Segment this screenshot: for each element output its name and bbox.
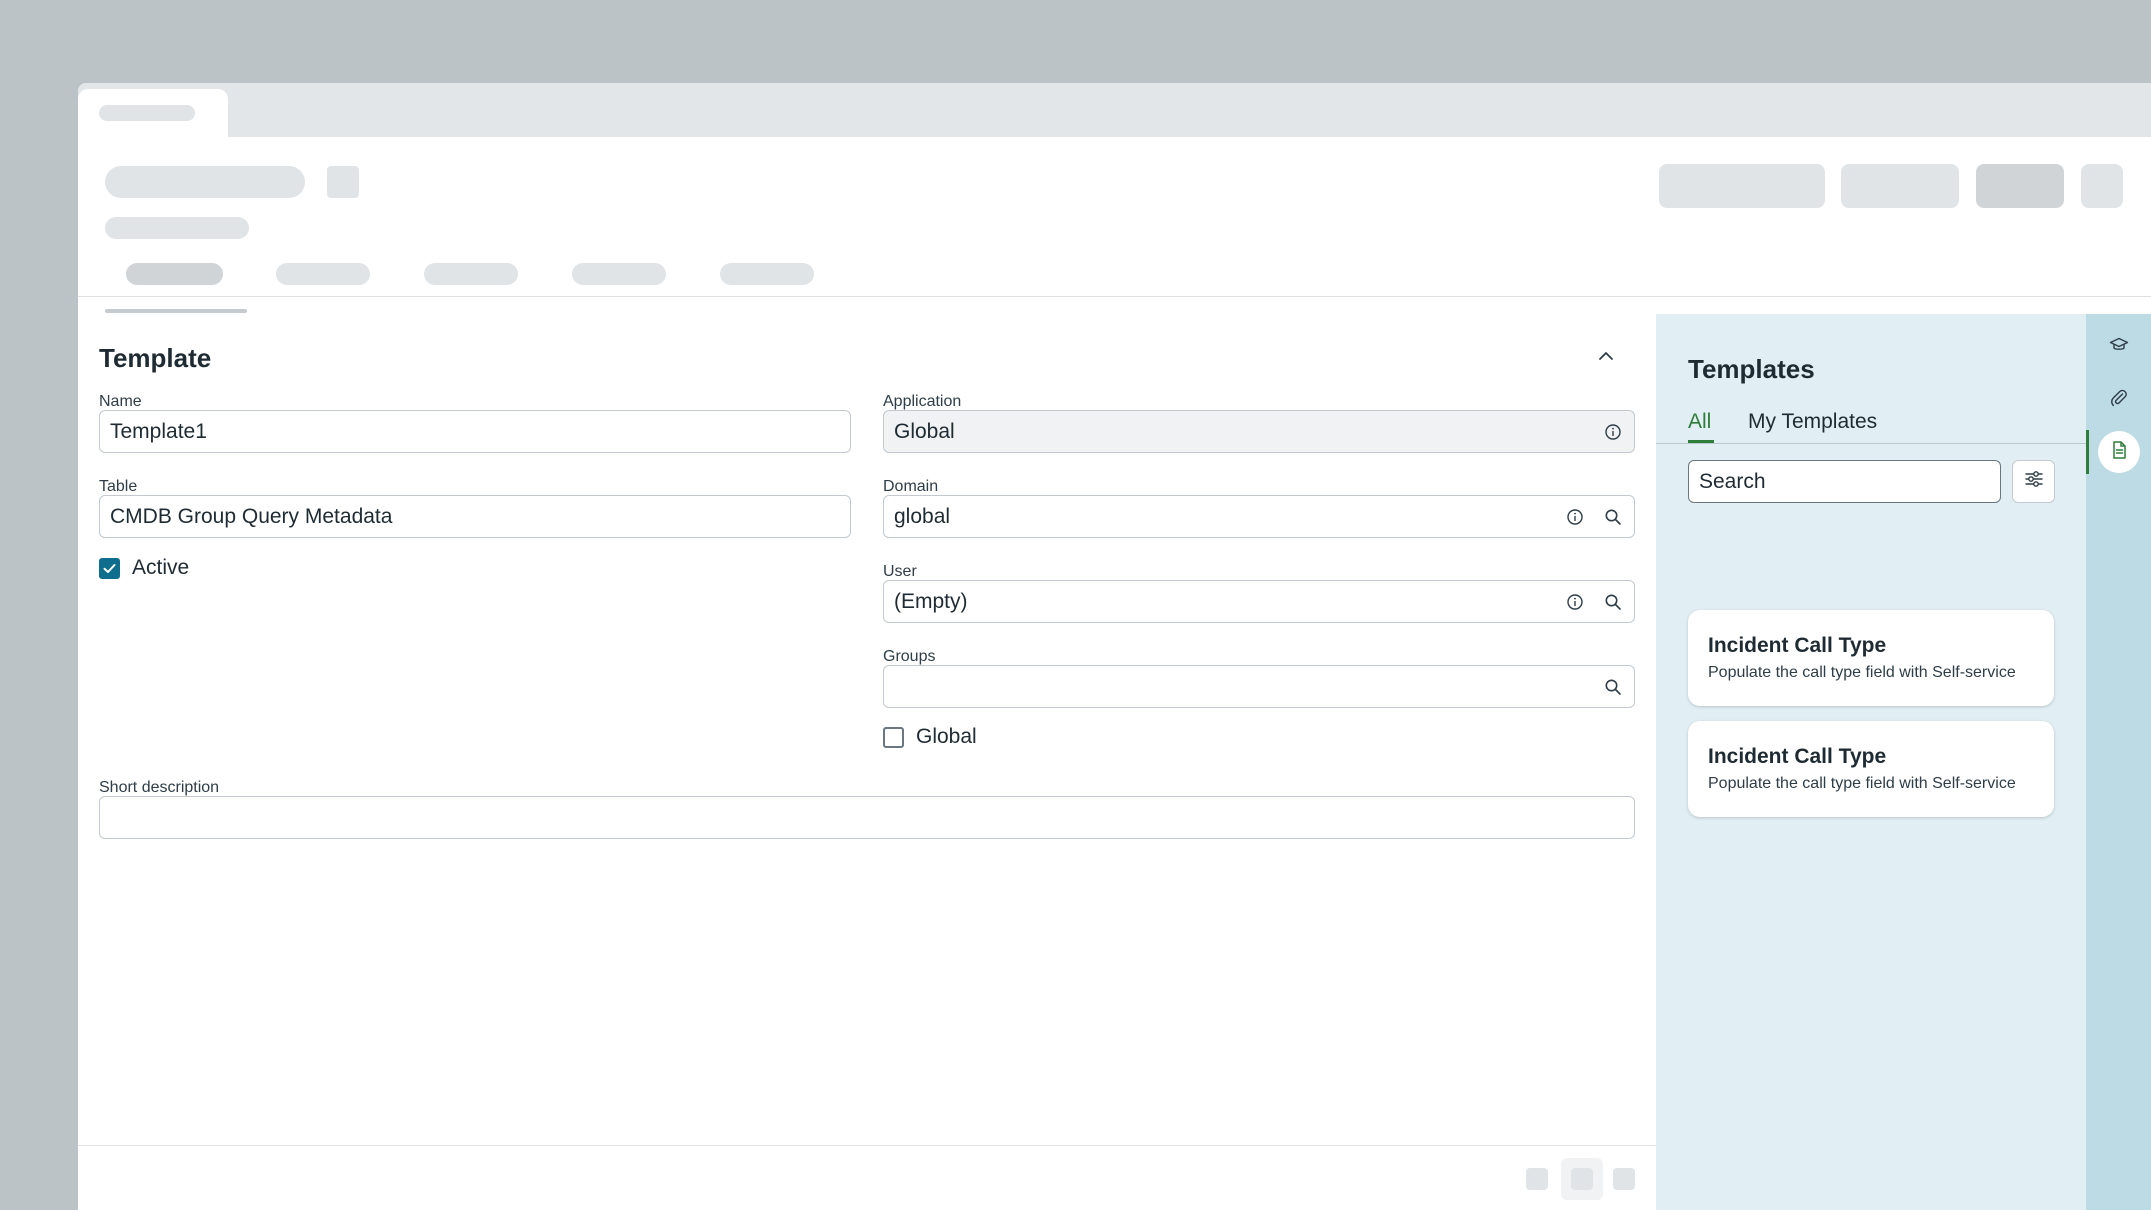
graduation-cap-icon	[2109, 335, 2129, 360]
paperclip-icon	[2109, 388, 2129, 413]
table-label: Table	[99, 478, 138, 495]
info-icon[interactable]	[1564, 591, 1586, 613]
active-checkbox-row[interactable]: Active	[99, 556, 189, 580]
form-tab-placeholder-3[interactable]	[424, 263, 518, 285]
chevron-up-icon	[1596, 346, 1616, 371]
footer-control-placeholder-3[interactable]	[1613, 1168, 1635, 1190]
groups-label: Groups	[883, 648, 936, 665]
application-value: Global	[894, 419, 955, 443]
template-card-title: Incident Call Type	[1708, 745, 1887, 768]
footer-control-placeholder-1[interactable]	[1526, 1168, 1548, 1190]
footer-control-placeholder-2[interactable]	[1561, 1158, 1603, 1200]
template-card-description: Populate the call type field with Self-s…	[1708, 775, 2016, 792]
template-card[interactable]: Incident Call Type Populate the call typ…	[1688, 721, 2054, 817]
record-title-placeholder	[105, 166, 305, 198]
form-tab-placeholder-1[interactable]	[126, 263, 223, 285]
side-rail	[2086, 314, 2151, 1210]
tab-active-indicator	[1688, 440, 1714, 443]
form-tab-placeholder-2[interactable]	[276, 263, 370, 285]
search-value: Search	[1699, 469, 1766, 493]
collapse-section-button[interactable]	[1592, 344, 1620, 372]
short-description-field[interactable]	[99, 796, 1635, 839]
name-label: Name	[99, 393, 142, 410]
name-input[interactable]	[110, 419, 850, 444]
user-label: User	[883, 563, 917, 580]
table-value: CMDB Group Query Metadata	[110, 504, 393, 528]
active-label: Active	[132, 556, 190, 579]
active-checkbox[interactable]	[99, 557, 120, 579]
search-icon[interactable]	[1602, 506, 1624, 528]
app-window: Template Name Table CMDB Group Query Met…	[78, 83, 2151, 1210]
panel-title: Templates	[1688, 354, 1815, 384]
tab-all[interactable]: All	[1688, 410, 1711, 434]
learning-button[interactable]	[2098, 326, 2140, 368]
header-button-placeholder-1[interactable]	[1659, 164, 1825, 208]
search-icon[interactable]	[1602, 591, 1624, 613]
template-card-title: Incident Call Type	[1708, 634, 1887, 657]
attachments-button[interactable]	[2098, 379, 2140, 421]
application-field: Global	[883, 410, 1635, 453]
form-main: Template Name Table CMDB Group Query Met…	[78, 314, 1656, 1210]
header-button-placeholder-3[interactable]	[1976, 164, 2064, 208]
form-tab-placeholder-5[interactable]	[720, 263, 814, 285]
domain-value: global	[894, 504, 951, 528]
filter-button[interactable]	[2012, 460, 2055, 503]
global-label: Global	[916, 725, 977, 748]
tab-my-templates[interactable]: My Templates	[1748, 410, 1877, 434]
user-value: (Empty)	[894, 589, 968, 613]
section-title: Template	[99, 343, 212, 373]
record-subtitle-placeholder	[105, 217, 249, 239]
application-label: Application	[883, 393, 962, 410]
tab-title-placeholder	[99, 105, 195, 121]
user-field[interactable]: (Empty)	[883, 580, 1635, 623]
sliders-icon	[2024, 469, 2044, 494]
record-action-placeholder[interactable]	[327, 166, 359, 198]
info-icon[interactable]	[1564, 506, 1586, 528]
domain-label: Domain	[883, 478, 939, 495]
template-card[interactable]: Incident Call Type Populate the call typ…	[1688, 610, 2054, 706]
global-checkbox-row[interactable]: Global	[883, 725, 977, 749]
info-icon[interactable]	[1602, 421, 1624, 443]
groups-field[interactable]	[883, 665, 1635, 708]
panel-tabs: All My Templates	[1656, 404, 2086, 444]
document-icon	[2109, 440, 2129, 465]
global-checkbox[interactable]	[883, 726, 904, 748]
template-search-input[interactable]: Search	[1688, 460, 2001, 503]
domain-field[interactable]: global	[883, 495, 1635, 538]
browser-tab-active[interactable]	[78, 89, 228, 137]
form-tab-placeholder-4[interactable]	[572, 263, 666, 285]
table-field[interactable]: CMDB Group Query Metadata	[99, 495, 851, 538]
form-footer	[78, 1145, 1656, 1210]
rail-active-indicator	[2086, 430, 2089, 474]
checkmark-icon	[103, 563, 116, 573]
tab-strip	[78, 83, 2151, 137]
templates-panel: Templates All My Templates Search Incide…	[1656, 314, 2086, 1210]
name-field[interactable]	[99, 410, 851, 453]
search-icon[interactable]	[1602, 676, 1624, 698]
header-button-placeholder-2[interactable]	[1841, 164, 1959, 208]
record-header	[78, 137, 2151, 297]
templates-button[interactable]	[2098, 431, 2140, 473]
header-button-placeholder-4[interactable]	[2081, 164, 2123, 208]
form-tab-active-indicator	[105, 309, 247, 313]
template-card-description: Populate the call type field with Self-s…	[1708, 664, 2016, 681]
short-description-label: Short description	[99, 779, 220, 796]
